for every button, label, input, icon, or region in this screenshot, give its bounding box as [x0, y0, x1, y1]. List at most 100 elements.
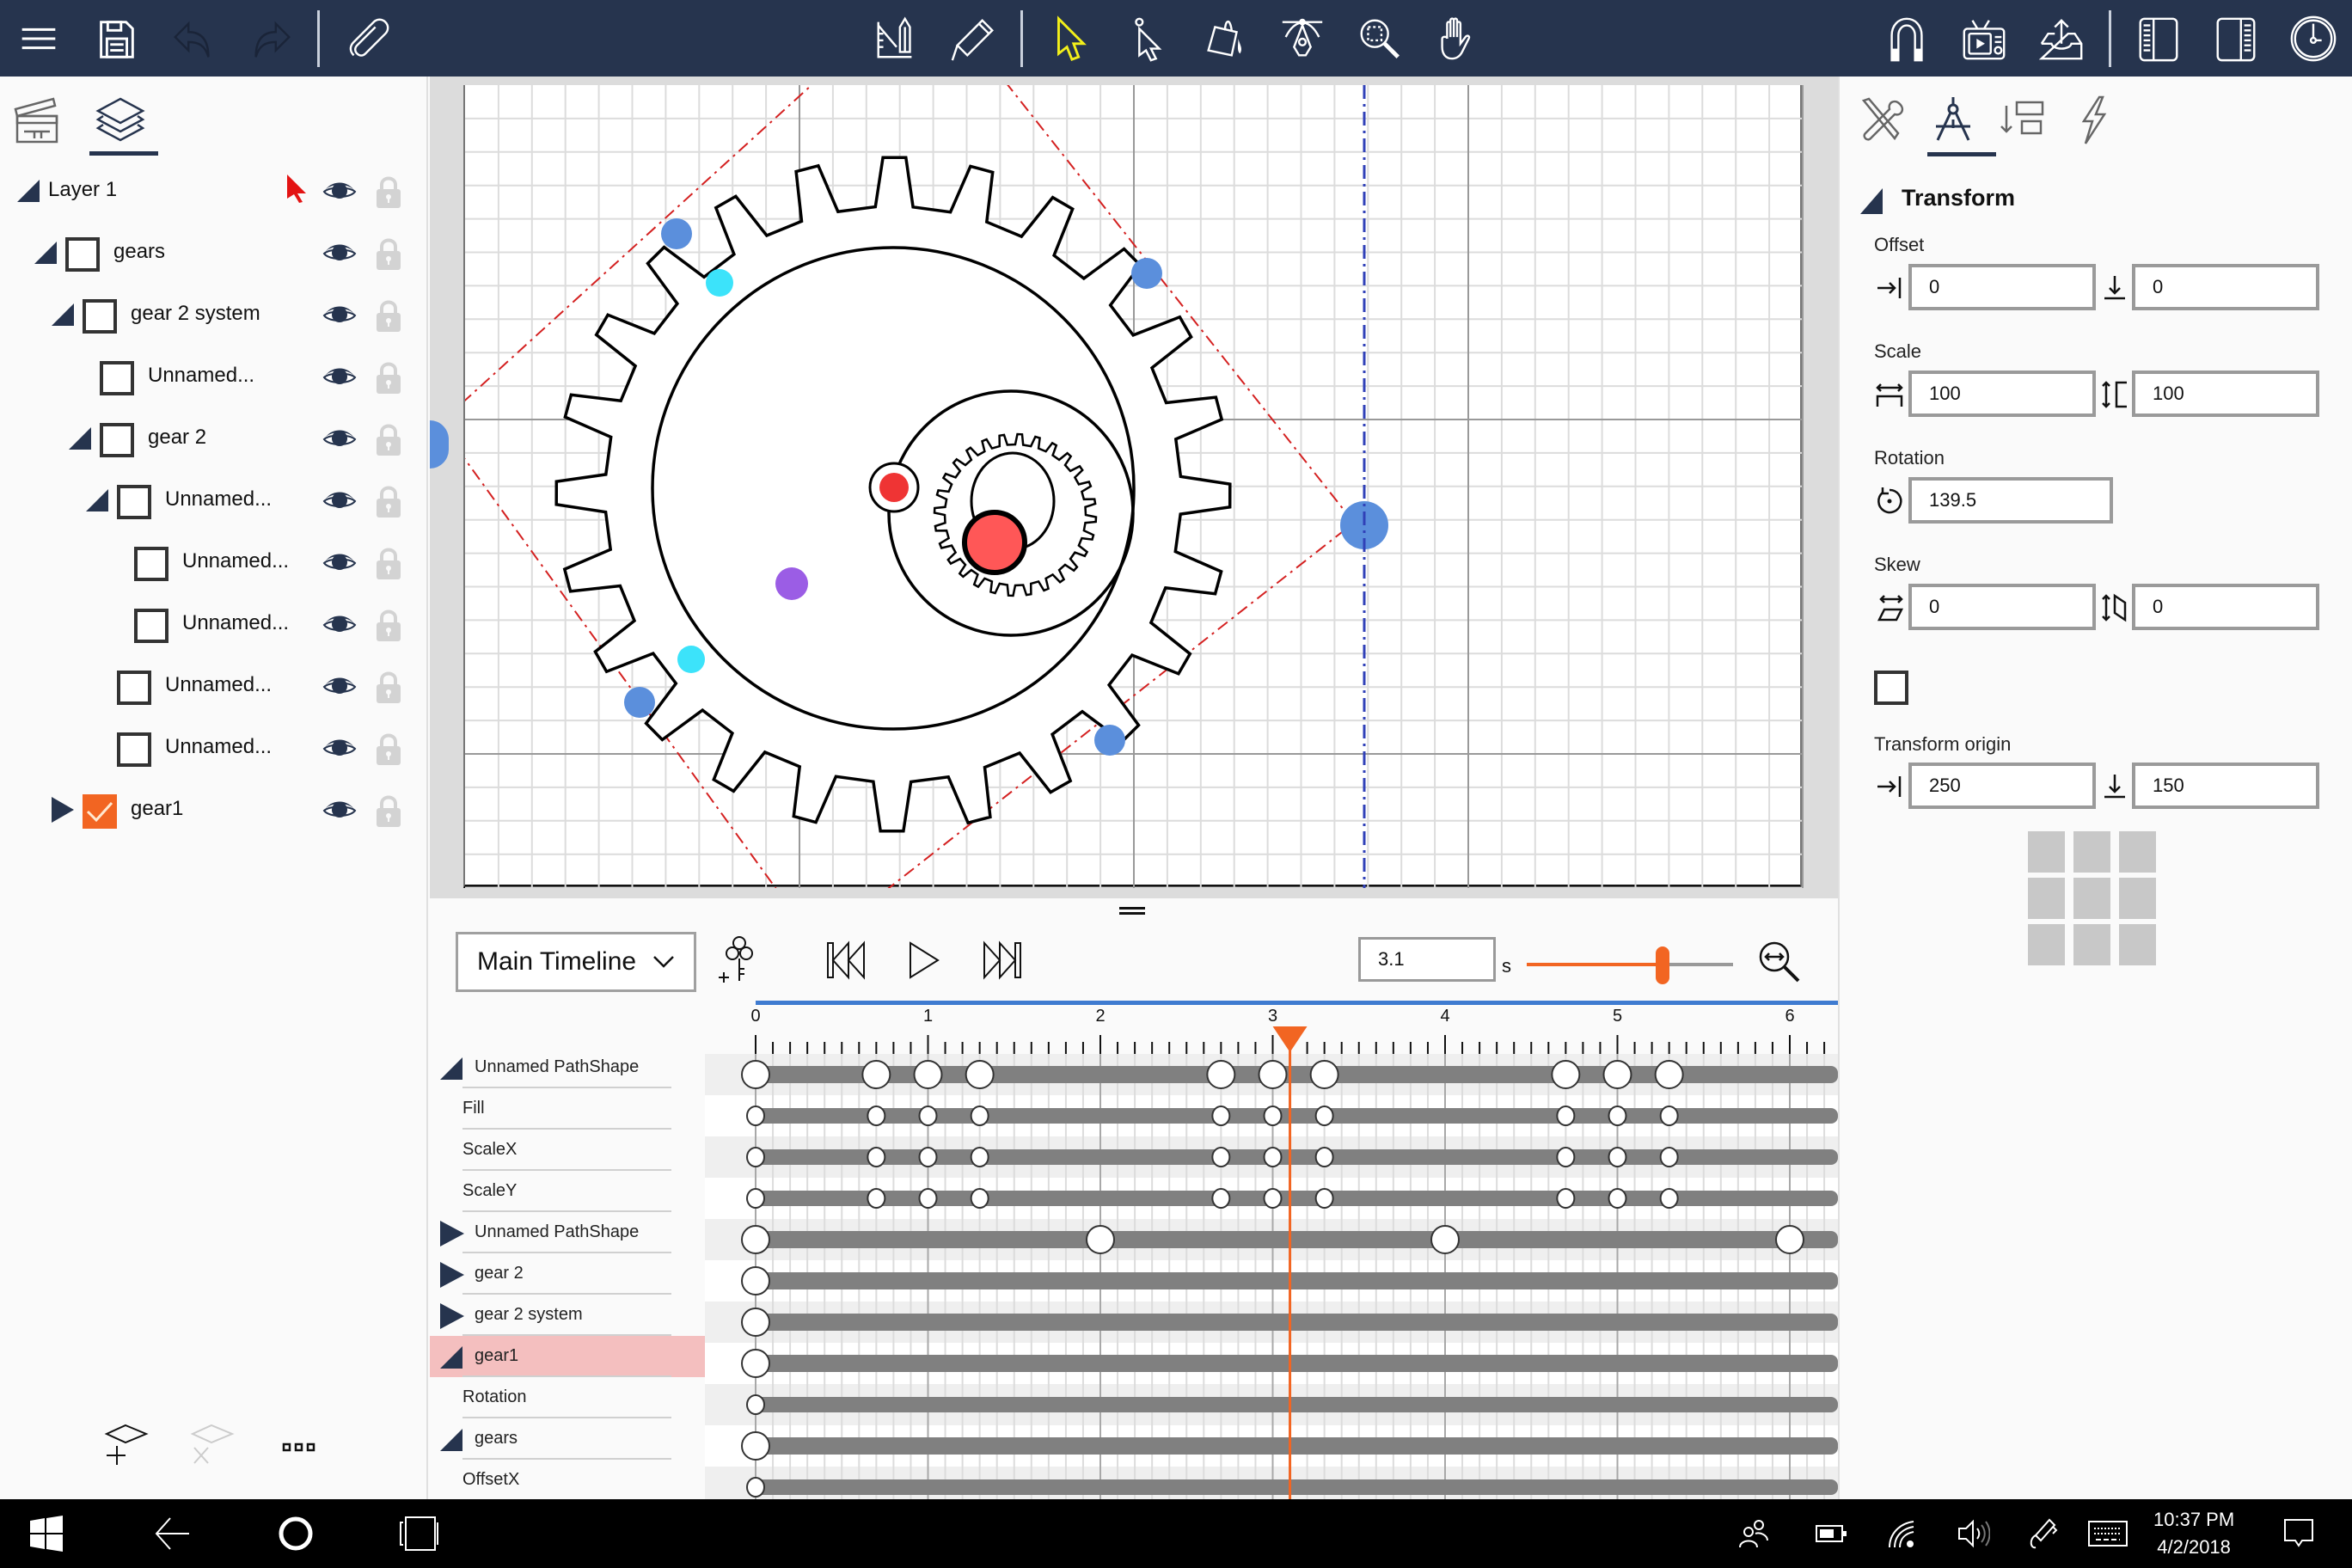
toggle-timeline-button[interactable] [2283, 9, 2343, 69]
add-layer-button[interactable] [103, 1420, 151, 1468]
fill-tool-button[interactable] [1195, 9, 1255, 69]
gear-pin[interactable] [962, 510, 1027, 575]
canvas-area[interactable] [430, 77, 1838, 898]
keyframe[interactable] [741, 1060, 770, 1089]
uniform-scale-checkbox[interactable] [1874, 671, 1908, 705]
layer-checkbox[interactable] [134, 609, 168, 643]
expand-triangle-icon[interactable] [440, 1344, 464, 1370]
action-center-button[interactable] [2275, 1510, 2323, 1558]
timeline-zoom-slider[interactable] [1527, 946, 1733, 984]
keyframe[interactable] [970, 1106, 989, 1126]
keyframe[interactable] [1314, 1106, 1334, 1126]
lock-icon[interactable] [375, 608, 402, 642]
expand-triangle-icon[interactable] [440, 1427, 464, 1453]
lock-icon[interactable] [375, 236, 402, 271]
undo-button[interactable] [163, 9, 224, 69]
artboard[interactable] [438, 77, 1804, 898]
layer-row[interactable]: Unnamed... [0, 352, 421, 403]
expand-triangle-icon[interactable] [67, 426, 93, 451]
keyframe[interactable] [1659, 1106, 1679, 1126]
visibility-eye-icon[interactable] [322, 426, 357, 453]
keyframe[interactable] [1551, 1060, 1581, 1089]
keyframe[interactable] [741, 1349, 770, 1378]
go-to-start-button[interactable] [821, 934, 873, 986]
track-label[interactable]: ScaleY [430, 1171, 705, 1212]
lock-icon[interactable] [375, 422, 402, 456]
expand-triangle-icon[interactable] [33, 240, 58, 266]
tools-tab[interactable] [1848, 85, 1917, 154]
collapsed-triangle-icon[interactable] [440, 1303, 464, 1329]
keyframe[interactable] [867, 1188, 886, 1209]
direct-select-tool-button[interactable] [1118, 9, 1178, 69]
keyframe[interactable] [913, 1060, 943, 1089]
track-label[interactable]: gears [430, 1418, 705, 1460]
expand-triangle-icon[interactable] [440, 1056, 464, 1081]
transform-tab[interactable] [1919, 85, 1988, 154]
preview-button[interactable] [1954, 9, 2014, 69]
task-view-button[interactable] [395, 1510, 444, 1558]
layer-checkbox[interactable] [117, 732, 151, 767]
origin-anchor-cell[interactable] [2073, 878, 2110, 919]
more-options-button[interactable] [280, 1439, 318, 1456]
layer-row[interactable]: gear 2 [0, 413, 421, 465]
keyframe[interactable] [1258, 1060, 1288, 1089]
layer-checkbox[interactable] [100, 423, 134, 457]
resize-handle[interactable] [1131, 258, 1162, 289]
layer-checkbox[interactable] [65, 237, 100, 272]
track-label[interactable]: Unnamed PathShape [430, 1047, 705, 1088]
keyframe[interactable] [1263, 1147, 1283, 1167]
collapsed-triangle-icon[interactable] [440, 1262, 464, 1288]
resize-handle[interactable] [1094, 725, 1125, 756]
keyframe[interactable] [1608, 1147, 1627, 1167]
pen-workspace-button[interactable] [2020, 1510, 2068, 1558]
keyframe[interactable] [1211, 1147, 1231, 1167]
lock-icon[interactable] [375, 670, 402, 704]
keyframe[interactable] [1602, 1060, 1632, 1089]
pen-tool-button[interactable] [944, 9, 1004, 69]
keyframe[interactable] [1314, 1147, 1334, 1167]
expand-triangle-icon[interactable] [50, 302, 76, 328]
origin-anchor-cell[interactable] [2028, 924, 2065, 965]
keyframe[interactable] [1206, 1060, 1236, 1089]
keyframe[interactable] [741, 1431, 770, 1461]
keyframe[interactable] [1556, 1147, 1576, 1167]
skew-y-input[interactable]: 0 [2132, 584, 2319, 630]
layer-row[interactable]: Unnamed... [0, 599, 421, 651]
wifi-indicator[interactable] [1879, 1510, 1927, 1558]
keyframe[interactable] [746, 1394, 765, 1415]
keyframe[interactable] [918, 1188, 938, 1209]
rotation-input[interactable]: 139.5 [1908, 477, 2113, 524]
track-label[interactable]: gear 2 system [430, 1295, 705, 1336]
play-button[interactable] [898, 934, 950, 986]
align-tab[interactable] [1989, 85, 2058, 154]
scale-y-input[interactable]: 100 [2132, 371, 2319, 417]
attach-button[interactable] [337, 9, 397, 69]
origin-anchor-cell[interactable] [2119, 831, 2156, 873]
visibility-eye-icon[interactable] [322, 549, 357, 577]
shape-tools-button[interactable] [867, 9, 927, 69]
origin-x-input[interactable]: 250 [1908, 763, 2096, 809]
keyframe[interactable] [918, 1106, 938, 1126]
lock-icon[interactable] [375, 175, 402, 209]
add-keyframe-button[interactable] [714, 934, 765, 986]
keyframe[interactable] [1430, 1225, 1460, 1254]
toggle-left-panel-button[interactable] [2128, 9, 2189, 69]
keyframe[interactable] [918, 1147, 938, 1167]
snap-button[interactable] [1877, 9, 1937, 69]
zoom-to-fit-button[interactable] [1754, 936, 1805, 988]
keyframe[interactable] [741, 1308, 770, 1337]
toggle-right-panel-button[interactable] [2206, 9, 2266, 69]
keyframe[interactable] [741, 1266, 770, 1295]
keyframe[interactable] [867, 1106, 886, 1126]
origin-anchor-cell[interactable] [2028, 878, 2065, 919]
keyframe[interactable] [1775, 1225, 1804, 1254]
pen-nib-tool-button[interactable] [1272, 9, 1332, 69]
keyframe[interactable] [746, 1188, 765, 1209]
resize-handle[interactable] [661, 218, 692, 249]
timeline-selector[interactable]: Main Timeline [456, 932, 696, 992]
offset-x-input[interactable]: 0 [1908, 264, 2096, 310]
export-button[interactable] [2031, 9, 2092, 69]
layer-row[interactable]: gears [0, 228, 421, 279]
layer-row[interactable]: Unnamed... [0, 537, 421, 589]
visibility-eye-icon[interactable] [322, 240, 357, 267]
